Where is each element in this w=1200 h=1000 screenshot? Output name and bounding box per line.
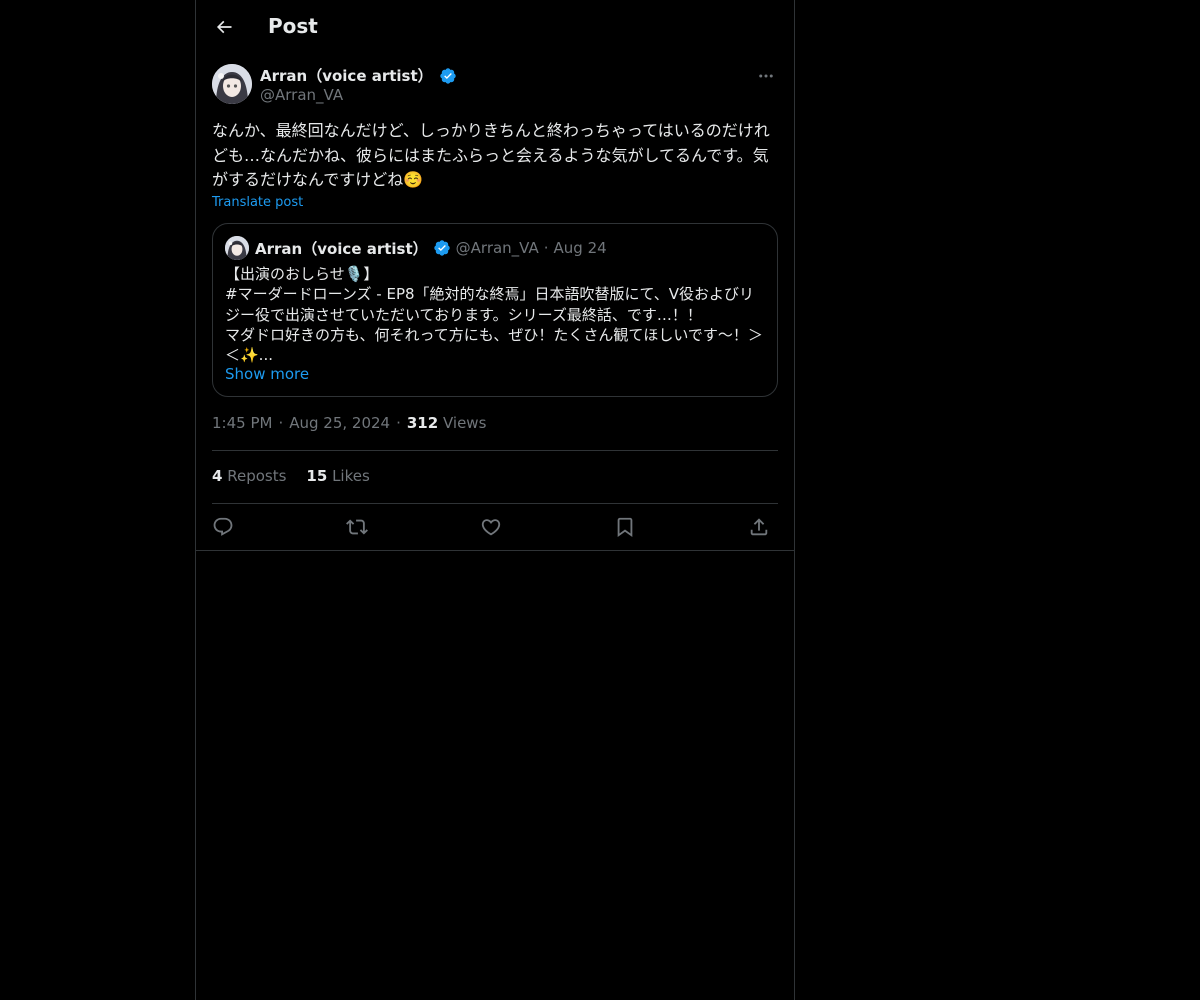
more-dots-icon <box>757 67 775 85</box>
reply-button[interactable] <box>208 512 238 542</box>
separator-dot: · <box>278 414 284 432</box>
verified-badge-icon <box>433 239 451 257</box>
likes-count: 15 <box>306 467 328 485</box>
post-meta: 1:45 PM · Aug 25, 2024 · 312 Views <box>212 414 486 432</box>
quoted-author-name: Arran（voice artist） <box>255 239 428 258</box>
show-more-link[interactable]: Show more <box>225 365 309 383</box>
separator-dot: · <box>543 239 549 257</box>
quoted-author-handle: @Arran_VA <box>455 239 539 257</box>
repost-button[interactable] <box>342 512 372 542</box>
post-column: Post Arran（voice artist） @Arran_VA なんか、最… <box>195 0 795 1000</box>
like-button[interactable] <box>476 512 506 542</box>
back-button[interactable] <box>207 10 241 44</box>
likes-stat[interactable]: 15 Likes <box>306 467 369 485</box>
post-time[interactable]: 1:45 PM <box>212 414 272 432</box>
reposts-count: 4 <box>212 467 223 485</box>
post-text: なんか、最終回なんだけど、しっかりきちんと終わっちゃってはいるのだけれども…なん… <box>212 121 770 189</box>
views-label: Views <box>442 414 487 432</box>
avatar[interactable] <box>212 64 252 104</box>
separator-dot: · <box>396 414 401 432</box>
like-icon <box>480 516 502 538</box>
post-date[interactable]: Aug 25, 2024 <box>289 414 390 432</box>
post-stats: 4 Reposts 15 Likes <box>212 467 370 485</box>
share-icon <box>748 516 770 538</box>
quoted-date: Aug 24 <box>553 239 607 257</box>
views-count: 312 <box>406 414 439 432</box>
quoted-avatar <box>225 236 249 260</box>
divider <box>212 503 778 504</box>
likes-label: Likes <box>332 467 370 485</box>
divider <box>196 550 794 551</box>
quoted-post[interactable]: Arran（voice artist） @Arran_VA · Aug 24 【… <box>212 223 778 397</box>
reposts-stat[interactable]: 4 Reposts <box>212 467 286 485</box>
quoted-post-header: Arran（voice artist） @Arran_VA · Aug 24 <box>225 236 607 260</box>
arrow-left-icon <box>214 17 234 37</box>
author-handle[interactable]: @Arran_VA <box>260 86 343 104</box>
page-title: Post <box>268 14 318 38</box>
reply-icon <box>212 516 234 538</box>
action-bar <box>212 512 778 542</box>
author-name[interactable]: Arran（voice artist） <box>260 65 433 86</box>
repost-icon <box>346 516 368 538</box>
divider <box>212 450 778 451</box>
header: Post <box>196 0 794 54</box>
more-options-button[interactable] <box>754 64 778 88</box>
verified-badge-icon <box>439 67 457 85</box>
translate-post-link[interactable]: Translate post <box>212 195 303 210</box>
share-button[interactable] <box>744 512 774 542</box>
post-author: Arran（voice artist） @Arran_VA <box>212 64 778 108</box>
reposts-label: Reposts <box>227 467 287 485</box>
author-name-line[interactable]: Arran（voice artist） <box>260 65 457 86</box>
bookmark-icon <box>614 516 636 538</box>
quoted-post-text: 【出演のおしらせ🎙️】 #マーダードローンズ - EP8「絶対的な終焉」日本語吹… <box>225 265 763 365</box>
bookmark-button[interactable] <box>610 512 640 542</box>
